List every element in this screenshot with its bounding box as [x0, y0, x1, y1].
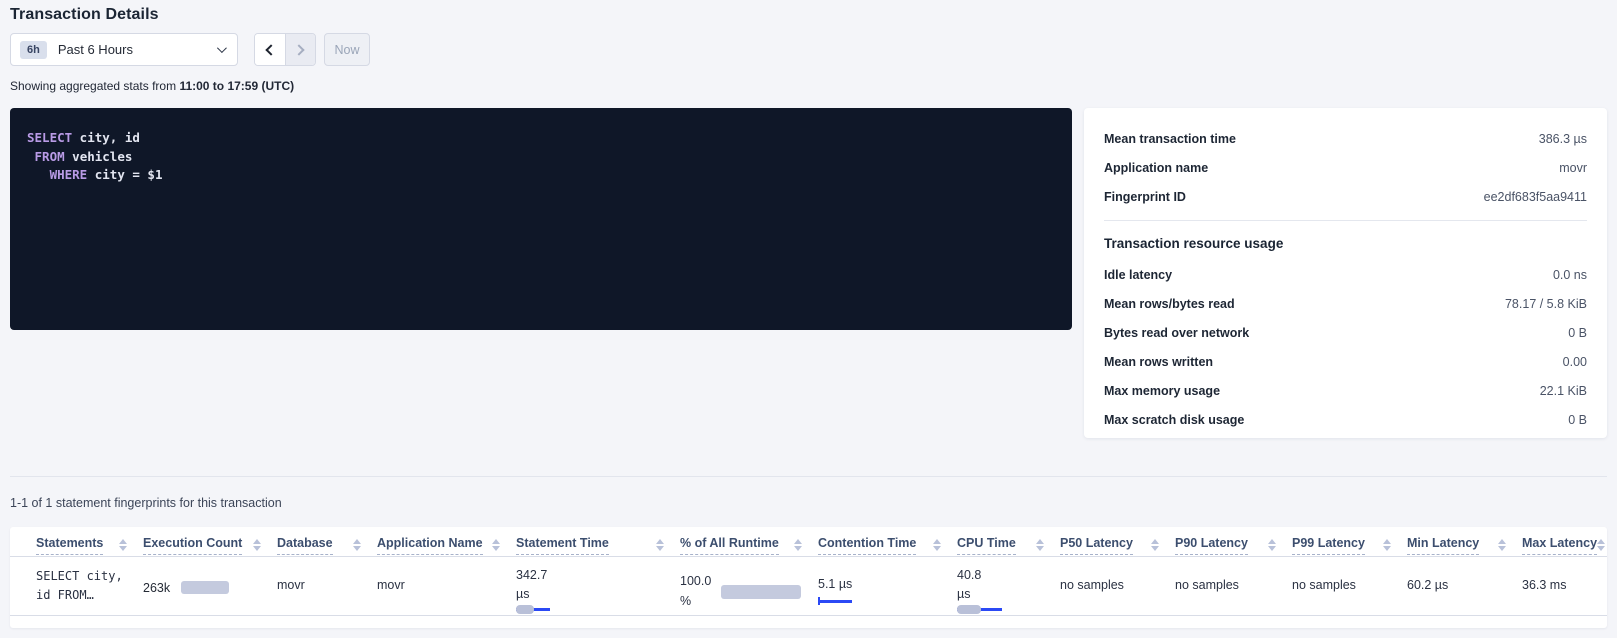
sort-icon[interactable]: [1036, 536, 1044, 551]
sort-icon[interactable]: [119, 536, 127, 551]
cell-p90-latency: no samples: [1175, 557, 1292, 615]
column-header-p90-latency[interactable]: P90 Latency: [1175, 536, 1292, 556]
resource-row-bytes-read-over-network: Bytes read over network 0 B: [1104, 318, 1587, 347]
cell-pct-all-runtime: 100.0 %: [680, 557, 818, 615]
column-header-execution-count[interactable]: Execution Count: [143, 536, 277, 556]
sort-icon[interactable]: [1498, 536, 1506, 551]
overview-row-mean-transaction-time: Mean transaction time 386.3 µs: [1104, 124, 1587, 153]
column-header-min-latency[interactable]: Min Latency: [1407, 536, 1522, 556]
prev-time-button[interactable]: [255, 34, 285, 65]
time-range-label: Past 6 Hours: [58, 42, 133, 57]
time-range-badge: 6h: [20, 41, 47, 59]
resource-row-idle-latency: Idle latency 0.0 ns: [1104, 260, 1587, 289]
sql-line-2: FROM vehicles: [27, 148, 1072, 167]
column-header-max-latency[interactable]: Max Latency: [1522, 536, 1607, 556]
column-header-statement-time[interactable]: Statement Time: [516, 536, 680, 556]
resource-usage-rows: Idle latency 0.0 ns Mean rows/bytes read…: [1104, 260, 1587, 434]
resource-usage-heading: Transaction resource usage: [1104, 236, 1587, 251]
overview-divider: [1104, 220, 1587, 221]
now-button[interactable]: Now: [324, 33, 370, 66]
aggregated-stats-prefix: Showing aggregated stats from: [10, 79, 179, 93]
resource-row-max-scratch-disk-usage: Max scratch disk usage 0 B: [1104, 405, 1587, 434]
cell-statement-time: 342.7 µs: [516, 557, 680, 615]
column-header-contention-time[interactable]: Contention Time: [818, 536, 957, 556]
sort-icon[interactable]: [656, 536, 664, 551]
cell-contention-time: 5.1 µs: [818, 557, 957, 615]
cell-cpu-time: 40.8 µs: [957, 557, 1060, 615]
statement-link[interactable]: SELECT city, id FROM…: [36, 557, 143, 615]
sort-icon[interactable]: [492, 536, 500, 551]
pct-runtime-bar: [721, 585, 801, 599]
overview-row-fingerprint-id: Fingerprint ID ee2df683f5aa9411: [1104, 182, 1587, 211]
sort-icon[interactable]: [794, 536, 802, 551]
table-header-row: Statements Execution Count Database Appl…: [10, 527, 1607, 557]
column-header-database[interactable]: Database: [277, 536, 377, 556]
column-header-p99-latency[interactable]: P99 Latency: [1292, 536, 1407, 556]
table-row: SELECT city, id FROM… 263k movr movr 342…: [10, 557, 1607, 616]
sort-icon[interactable]: [933, 536, 941, 551]
aggregated-stats-range: Showing aggregated stats from 11:00 to 1…: [10, 79, 294, 93]
cell-max-latency: 36.3 ms: [1522, 557, 1607, 615]
next-time-button[interactable]: [285, 34, 316, 65]
sort-icon[interactable]: [253, 536, 261, 551]
sort-icon[interactable]: [1268, 536, 1276, 551]
sql-statement-box: SELECT city, id FROM vehicles WHERE city…: [10, 108, 1072, 330]
time-nav-group: [254, 33, 316, 66]
cpu-time-bar: [957, 605, 1002, 614]
column-header-application-name[interactable]: Application Name: [377, 536, 516, 556]
time-range-dropdown[interactable]: 6h Past 6 Hours: [10, 33, 238, 66]
execution-count-bar: [181, 581, 229, 594]
contention-time-bar: [818, 597, 852, 605]
resource-row-mean-rows-bytes-read: Mean rows/bytes read 78.17 / 5.8 KiB: [1104, 289, 1587, 318]
resource-row-max-memory-usage: Max memory usage 22.1 KiB: [1104, 376, 1587, 405]
statements-summary: 1-1 of 1 statement fingerprints for this…: [10, 496, 282, 510]
sql-line-1: SELECT city, id: [27, 129, 1072, 148]
sort-icon[interactable]: [1151, 536, 1159, 551]
column-header-pct-all-runtime[interactable]: % of All Runtime: [680, 536, 818, 556]
chevron-right-icon: [293, 44, 304, 55]
cell-min-latency: 60.2 µs: [1407, 557, 1522, 615]
column-header-p50-latency[interactable]: P50 Latency: [1060, 536, 1175, 556]
section-divider: [10, 476, 1607, 477]
transaction-overview-card: Mean transaction time 386.3 µs Applicati…: [1084, 108, 1607, 438]
cell-execution-count: 263k: [143, 557, 277, 615]
column-header-cpu-time[interactable]: CPU Time: [957, 536, 1060, 556]
cell-p99-latency: no samples: [1292, 557, 1407, 615]
cell-p50-latency: no samples: [1060, 557, 1175, 615]
resource-row-mean-rows-written: Mean rows written 0.00: [1104, 347, 1587, 376]
chevron-left-icon: [266, 44, 277, 55]
statements-table: Statements Execution Count Database Appl…: [10, 527, 1607, 628]
overview-row-application-name: Application name movr: [1104, 153, 1587, 182]
cell-application-name: movr: [377, 557, 516, 615]
chevron-down-icon: [217, 43, 227, 53]
cell-database: movr: [277, 557, 377, 615]
sort-icon[interactable]: [353, 536, 361, 551]
statement-time-bar: [516, 605, 550, 614]
sql-line-3: WHERE city = $1: [27, 166, 1072, 185]
sort-icon[interactable]: [1597, 536, 1605, 551]
column-header-statements[interactable]: Statements: [36, 536, 143, 556]
page-title: Transaction Details: [10, 6, 159, 24]
sort-icon[interactable]: [1383, 536, 1391, 551]
aggregated-stats-window: 11:00 to 17:59 (UTC): [179, 79, 294, 93]
